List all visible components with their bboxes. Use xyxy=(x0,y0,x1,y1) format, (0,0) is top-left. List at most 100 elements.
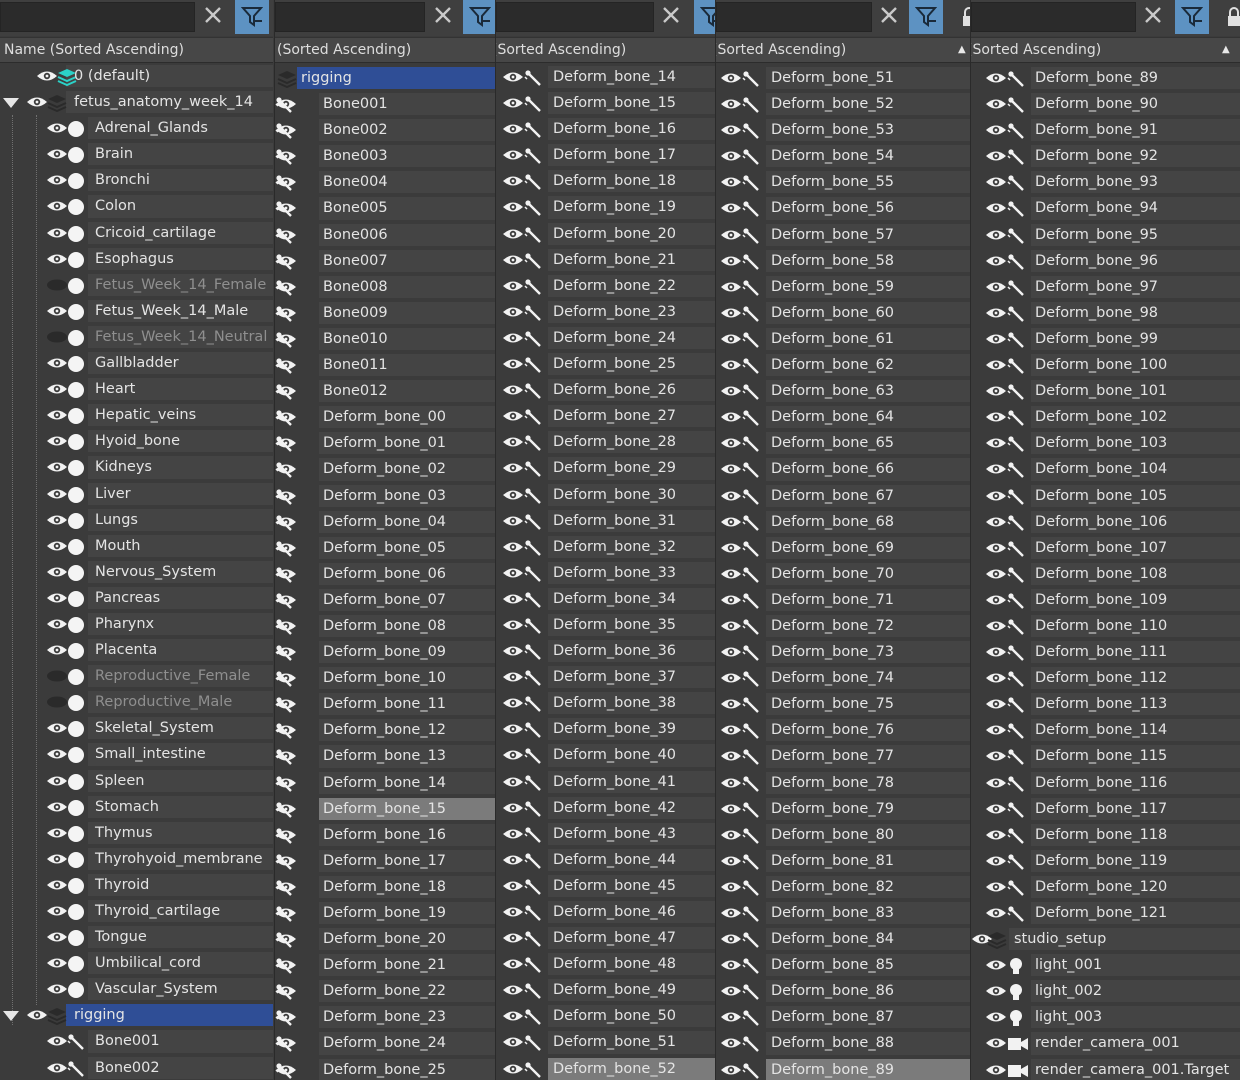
tree-row[interactable]: Deform_bone_113 xyxy=(971,691,1240,717)
tree-row[interactable]: Deform_bone_35 xyxy=(496,612,715,638)
tree-row[interactable]: Deform_bone_40 xyxy=(496,742,715,768)
tree-row[interactable]: Deform_bone_88 xyxy=(716,1030,970,1056)
eye-icon[interactable] xyxy=(720,229,742,245)
tree-row[interactable]: Deform_bone_22 xyxy=(496,273,715,299)
tree-row[interactable]: Pharynx xyxy=(0,611,273,637)
tree-row[interactable]: Bone008 xyxy=(275,274,495,300)
tree-row[interactable]: Deform_bone_103 xyxy=(971,430,1240,456)
tree-row[interactable]: Deform_bone_11 xyxy=(275,691,495,717)
tree-row[interactable]: Deform_bone_21 xyxy=(496,247,715,273)
tree-row[interactable]: Fetus_Week_14_Male xyxy=(0,298,273,324)
eye-icon[interactable] xyxy=(46,435,68,451)
tree-row[interactable]: Bone002 xyxy=(0,1055,273,1080)
tree-row[interactable]: Deform_bone_25 xyxy=(496,351,715,377)
tree-row[interactable]: Deform_bone_50 xyxy=(496,1003,715,1029)
tree-row[interactable]: Cricoid_cartilage xyxy=(0,220,273,246)
search-input[interactable] xyxy=(0,2,195,32)
eye-icon[interactable] xyxy=(985,620,1007,636)
eye-hidden-icon[interactable] xyxy=(46,279,68,295)
clear-search-icon[interactable] xyxy=(431,4,455,30)
tree-row[interactable]: Brain xyxy=(0,141,273,167)
eye-icon[interactable] xyxy=(985,907,1007,923)
tree-row[interactable]: Esophagus xyxy=(0,246,273,272)
eye-icon[interactable] xyxy=(46,461,68,477)
eye-icon[interactable] xyxy=(985,568,1007,584)
tree-row[interactable]: Bronchi xyxy=(0,167,273,193)
tree-row[interactable]: Deform_bone_20 xyxy=(496,221,715,247)
eye-icon[interactable] xyxy=(502,723,524,739)
tree-row[interactable]: Deform_bone_38 xyxy=(496,690,715,716)
tree-row[interactable]: Gallbladder xyxy=(0,350,273,376)
eye-icon[interactable] xyxy=(502,201,524,217)
tree-row[interactable]: Deform_bone_41 xyxy=(496,769,715,795)
tree-row[interactable]: Deform_bone_39 xyxy=(496,716,715,742)
tree-row[interactable]: Deform_bone_80 xyxy=(716,822,970,848)
eye-icon[interactable] xyxy=(720,907,742,923)
tree-row[interactable]: Deform_bone_17 xyxy=(275,848,495,874)
tree-row[interactable]: Deform_bone_45 xyxy=(496,873,715,899)
column-header-name[interactable]: (Sorted Ascending) ▲ xyxy=(716,37,970,63)
eye-icon[interactable] xyxy=(720,646,742,662)
tree-row[interactable]: Deform_bone_76 xyxy=(716,717,970,743)
tree-row[interactable]: Deform_bone_00 xyxy=(275,404,495,430)
tree-row[interactable]: Deform_bone_115 xyxy=(971,743,1240,769)
eye-icon[interactable] xyxy=(985,542,1007,558)
tree-row[interactable]: Heart xyxy=(0,376,273,402)
tree-row[interactable]: Deform_bone_75 xyxy=(716,691,970,717)
search-input[interactable] xyxy=(971,2,1136,32)
filter-icon[interactable] xyxy=(694,0,715,34)
eye-icon[interactable] xyxy=(46,957,68,973)
column-header-name[interactable]: (Sorted Ascending) xyxy=(496,37,715,63)
tree-row[interactable]: Deform_bone_30 xyxy=(496,482,715,508)
filter-icon[interactable] xyxy=(909,0,943,34)
tree-row[interactable]: Deform_bone_28 xyxy=(496,429,715,455)
tree-row[interactable]: Deform_bone_66 xyxy=(716,456,970,482)
eye-icon[interactable] xyxy=(985,202,1007,218)
tree-row[interactable]: Deform_bone_68 xyxy=(716,509,970,535)
eye-icon[interactable] xyxy=(720,620,742,636)
tree-row[interactable]: Deform_bone_25 xyxy=(275,1057,495,1080)
tree-row[interactable]: Deform_bone_46 xyxy=(496,899,715,925)
eye-icon[interactable] xyxy=(985,176,1007,192)
tree-row[interactable]: Hepatic_veins xyxy=(0,402,273,428)
eye-icon[interactable] xyxy=(985,437,1007,453)
tree-row[interactable]: Deform_bone_19 xyxy=(496,194,715,220)
eye-icon[interactable] xyxy=(46,827,68,843)
tree-row[interactable]: Thyrohyoid_membrane xyxy=(0,846,273,872)
eye-icon[interactable] xyxy=(720,829,742,845)
tree-row[interactable]: Reproductive_Male xyxy=(0,689,273,715)
eye-icon[interactable] xyxy=(985,307,1007,323)
eye-icon[interactable] xyxy=(36,70,58,86)
expand-arrow-icon[interactable] xyxy=(3,1011,19,1022)
tree-row[interactable]: Deform_bone_23 xyxy=(275,1004,495,1030)
eye-icon[interactable] xyxy=(46,905,68,921)
tree-row[interactable]: Deform_bone_08 xyxy=(275,613,495,639)
tree-row[interactable]: Deform_bone_78 xyxy=(716,770,970,796)
tree-row[interactable]: Deform_bone_29 xyxy=(496,455,715,481)
tree-row[interactable]: Deform_bone_119 xyxy=(971,848,1240,874)
tree-row[interactable]: Deform_bone_55 xyxy=(716,169,970,195)
eye-icon[interactable] xyxy=(985,516,1007,532)
tree-row[interactable]: Bone010 xyxy=(275,326,495,352)
column-header-name[interactable]: Name (Sorted Ascending) xyxy=(0,37,273,63)
tree-row[interactable]: Deform_bone_97 xyxy=(971,274,1240,300)
tree-row[interactable]: Deform_bone_47 xyxy=(496,925,715,951)
eye-icon[interactable] xyxy=(46,122,68,138)
tree-row[interactable]: Bone007 xyxy=(275,248,495,274)
tree-row[interactable]: Deform_bone_111 xyxy=(971,639,1240,665)
eye-icon[interactable] xyxy=(720,255,742,271)
eye-icon[interactable] xyxy=(985,124,1007,140)
tree-row[interactable]: Deform_bone_100 xyxy=(971,352,1240,378)
tree-row[interactable]: Deform_bone_07 xyxy=(275,587,495,613)
eye-icon[interactable] xyxy=(502,958,524,974)
tree-row[interactable]: Deform_bone_83 xyxy=(716,900,970,926)
tree-row[interactable]: Fetus_Week_14_Neutral xyxy=(0,324,273,350)
eye-icon[interactable] xyxy=(985,594,1007,610)
eye-icon[interactable] xyxy=(46,174,68,190)
eye-icon[interactable] xyxy=(502,593,524,609)
tree-row[interactable]: Deform_bone_93 xyxy=(971,169,1240,195)
tree-row[interactable]: Deform_bone_120 xyxy=(971,874,1240,900)
tree-row[interactable]: Deform_bone_42 xyxy=(496,795,715,821)
eye-icon[interactable] xyxy=(46,148,68,164)
eye-icon[interactable] xyxy=(502,384,524,400)
